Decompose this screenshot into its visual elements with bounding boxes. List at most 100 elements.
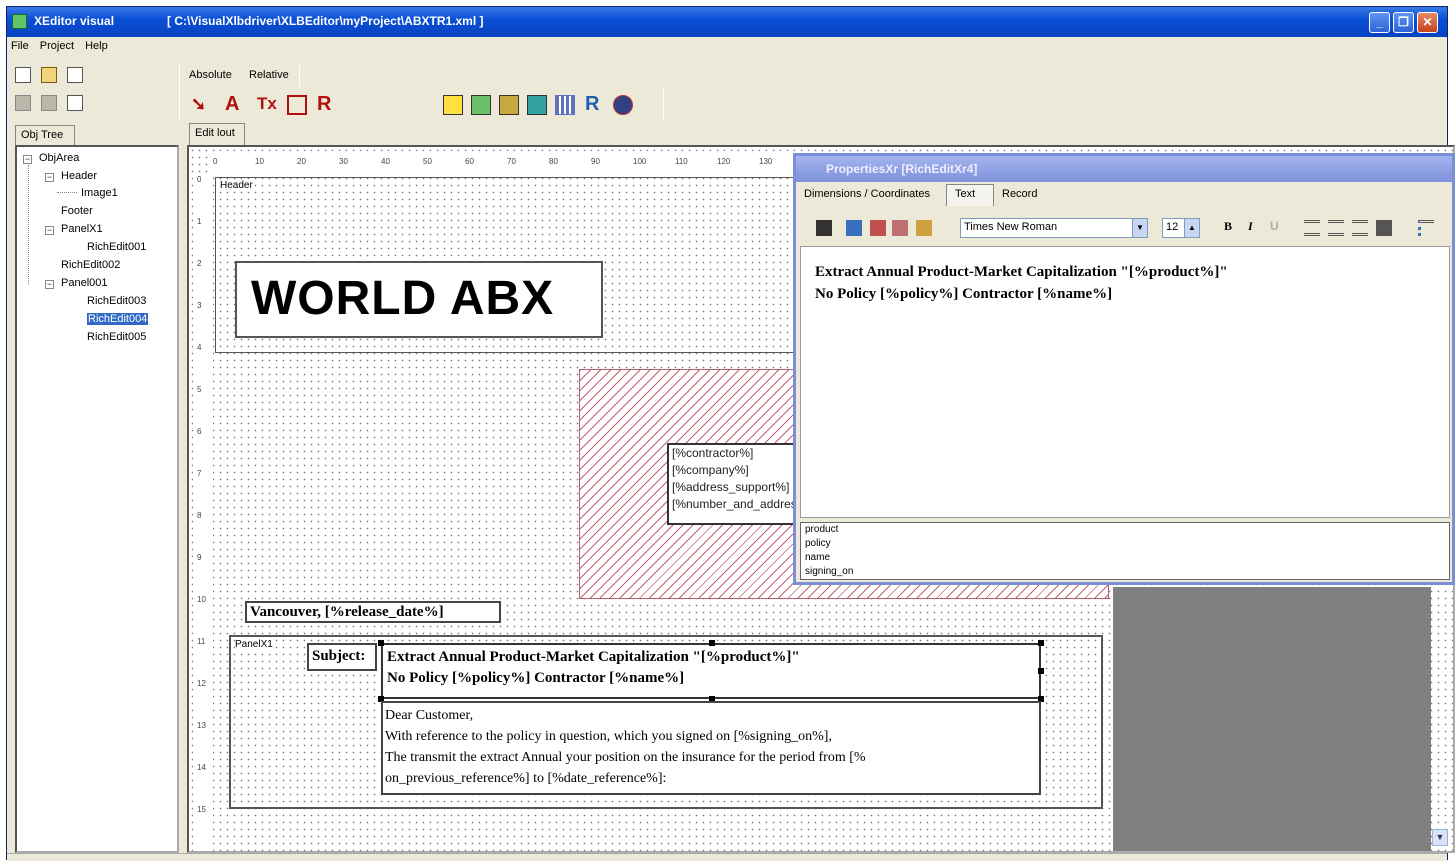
subject-label[interactable]: Subject:	[307, 643, 377, 671]
bullet-list-icon[interactable]	[1418, 220, 1434, 236]
collapse-icon[interactable]: −	[23, 155, 32, 164]
tree-item-image1[interactable]: Image1	[81, 187, 118, 199]
maximize-button[interactable]: ❐	[1393, 12, 1414, 33]
resize-handle[interactable]	[1038, 668, 1044, 674]
format-icon[interactable]	[892, 220, 908, 236]
resize-handle[interactable]	[709, 640, 715, 646]
new-file-icon[interactable]	[15, 67, 31, 83]
scroll-down-button[interactable]: ▼	[1432, 829, 1448, 846]
tree-item-objarea[interactable]: ObjArea	[39, 152, 79, 164]
font-family-select[interactable]: Times New Roman ▼	[960, 218, 1148, 238]
tab-record[interactable]: Record	[1002, 188, 1037, 200]
menu-bar: File Project Help	[7, 38, 1447, 55]
field-tool-icon[interactable]	[443, 95, 463, 115]
variable-item[interactable]: name	[805, 551, 1445, 565]
brush-icon[interactable]	[916, 220, 932, 236]
tab-separator	[299, 65, 300, 87]
properties-title-bar[interactable]: PropertiesXr [RichEditXr4]	[796, 156, 1452, 182]
body-line: With reference to the policy in question…	[385, 729, 832, 744]
frame-tool-icon[interactable]	[527, 95, 547, 115]
tree-item-panelx1[interactable]: PanelX1	[61, 223, 103, 235]
preview-icon[interactable]	[67, 95, 83, 111]
underline-button[interactable]: U	[1270, 219, 1279, 233]
body-line: The transmit the extract Annual your pos…	[385, 750, 866, 765]
text-tool-icon[interactable]: A	[225, 93, 239, 117]
letter-body-richedit[interactable]: Dear Customer, With reference to the pol…	[381, 701, 1041, 795]
table-tool-icon[interactable]	[555, 95, 575, 115]
tree-item-richedit005[interactable]: RichEdit005	[87, 331, 146, 343]
ruler-tick: 7	[197, 469, 202, 478]
font-size-select[interactable]: 12 ▲	[1162, 218, 1200, 238]
align-center-icon[interactable]	[1328, 220, 1344, 236]
tree-item-richedit003[interactable]: RichEdit003	[87, 295, 146, 307]
disabled-save-icon[interactable]	[15, 95, 31, 111]
box-tool-icon[interactable]	[287, 95, 307, 115]
pointer-icon[interactable]: ➘	[191, 93, 206, 117]
logo-image[interactable]: WORLD ABX	[235, 261, 603, 338]
tree-item-panel001[interactable]: Panel001	[61, 277, 108, 289]
rich-text-editor[interactable]: Extract Annual Product-Market Capitaliza…	[800, 246, 1450, 518]
italic-button[interactable]: I	[1248, 219, 1253, 234]
tree-item-richedit001[interactable]: RichEdit001	[87, 241, 146, 253]
header-band-label: Header	[220, 180, 253, 191]
collapse-icon[interactable]: −	[45, 173, 54, 182]
replace-icon[interactable]	[870, 220, 886, 236]
blank-page-icon[interactable]	[67, 67, 83, 83]
variables-list[interactable]: product policy name signing_on	[800, 522, 1450, 580]
font-family-value: Times New Roman	[964, 221, 1058, 233]
globe-tool-icon[interactable]	[613, 95, 633, 115]
minimize-button[interactable]: _	[1369, 12, 1390, 33]
disabled-tree-icon[interactable]	[41, 95, 57, 111]
ruler-tick: 130	[759, 157, 773, 166]
tree-item-footer[interactable]: Footer	[61, 205, 93, 217]
align-right-icon[interactable]	[1352, 220, 1368, 236]
resize-handle[interactable]	[1038, 640, 1044, 646]
ruler-tick: 9	[197, 553, 202, 562]
address-fields-box[interactable]: [%contractor%] [%company%] [%address_sup…	[667, 443, 799, 525]
bold-button[interactable]: B	[1224, 219, 1232, 234]
rich-text-tool-icon[interactable]: R	[317, 93, 331, 117]
tree-item-richedit004[interactable]: RichEdit004	[87, 313, 149, 325]
tab-text[interactable]: Text	[946, 184, 994, 206]
collapse-icon[interactable]: −	[45, 226, 54, 235]
copy-file-icon[interactable]	[41, 67, 57, 83]
align-left-icon[interactable]	[1304, 220, 1320, 236]
ruler-tick: 2	[197, 259, 202, 268]
field-address: [%address_support%]	[672, 480, 790, 494]
object-tree[interactable]: − ObjArea − Header Image1 Footer − Panel…	[15, 145, 179, 853]
variable-item[interactable]: signing_on	[805, 565, 1445, 579]
tab-edit-layout[interactable]: Edit lout	[189, 123, 245, 145]
save-icon[interactable]	[816, 220, 832, 236]
ruler-tick: 15	[197, 805, 206, 814]
find-icon[interactable]	[846, 220, 862, 236]
rich-blue-icon[interactable]: R	[585, 93, 599, 117]
resize-handle[interactable]	[378, 640, 384, 646]
label-tool-icon[interactable]	[471, 95, 491, 115]
tree-item-richedit002[interactable]: RichEdit002	[61, 259, 120, 271]
subject-richedit[interactable]: Extract Annual Product-Market Capitaliza…	[381, 643, 1041, 699]
ruler-tick: 12	[197, 679, 206, 688]
tab-relative[interactable]: Relative	[249, 69, 289, 81]
menu-project[interactable]: Project	[36, 38, 78, 52]
tab-obj-tree[interactable]: Obj Tree	[15, 125, 75, 145]
variable-item[interactable]: product	[805, 523, 1445, 537]
ruler-tick: 30	[339, 157, 348, 166]
clear-format-icon[interactable]: Tx	[257, 93, 277, 117]
properties-window[interactable]: PropertiesXr [RichEditXr4] Dimensions / …	[793, 153, 1455, 585]
city-date-field[interactable]: Vancouver, [%release_date%]	[245, 601, 501, 623]
chevron-down-icon[interactable]: ▼	[1132, 219, 1147, 237]
close-button[interactable]: ✕	[1417, 12, 1438, 33]
image-tool-icon[interactable]	[499, 95, 519, 115]
stepper-icon[interactable]: ▲	[1184, 219, 1199, 237]
tab-absolute[interactable]: Absolute	[189, 69, 232, 81]
tree-item-header[interactable]: Header	[61, 170, 97, 182]
title-bar[interactable]: XEditor visual [ C:\VisualXlbdriver\XLBE…	[7, 7, 1447, 37]
menu-file[interactable]: File	[7, 38, 33, 52]
variable-item[interactable]: policy	[805, 537, 1445, 551]
menu-help[interactable]: Help	[81, 38, 112, 52]
tab-dimensions[interactable]: Dimensions / Coordinates	[804, 188, 930, 200]
ruler-tick: 10	[255, 157, 264, 166]
tab-obj-tree-label: Obj Tree	[21, 129, 64, 141]
justify-icon[interactable]	[1376, 220, 1392, 236]
collapse-icon[interactable]: −	[45, 280, 54, 289]
